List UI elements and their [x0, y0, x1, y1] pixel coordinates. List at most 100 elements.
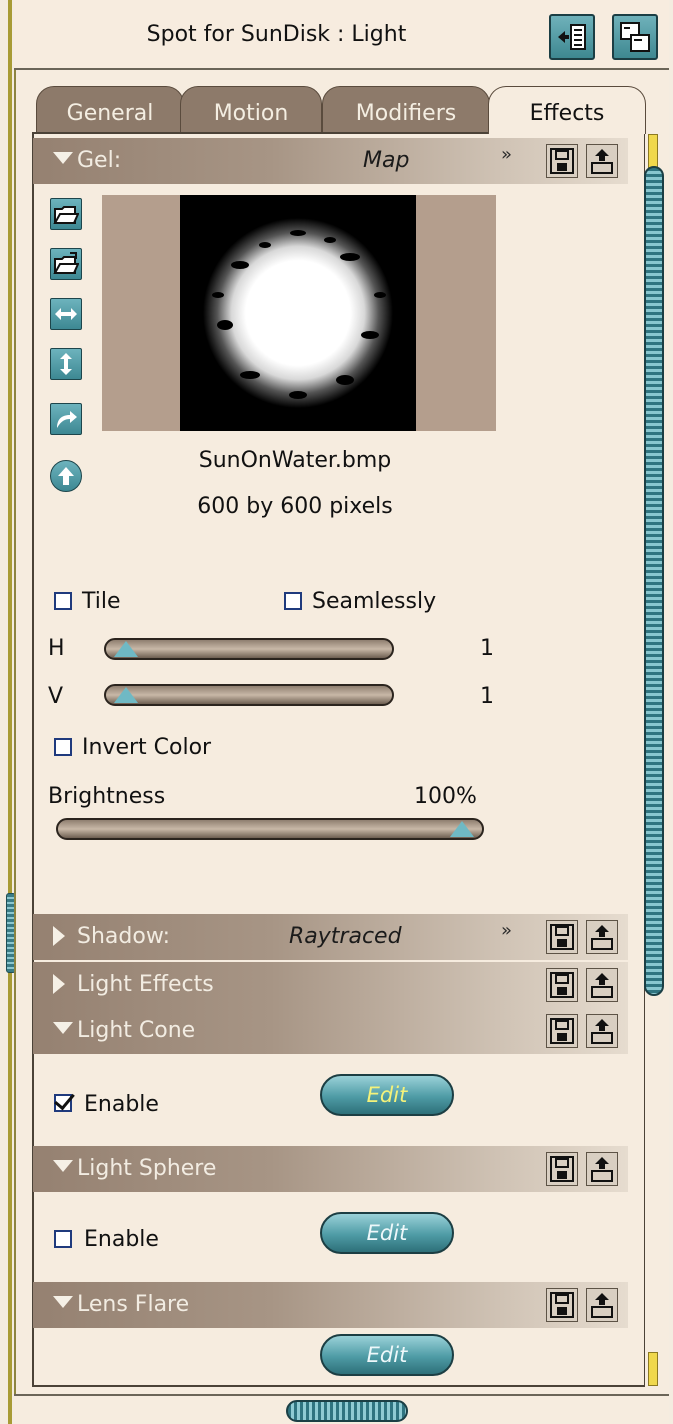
gel-section-header[interactable]: Gel: Map »	[33, 138, 628, 184]
light-cone-section-header[interactable]: Light Cone	[33, 1008, 628, 1054]
light-cone-enable-label: Enable	[84, 1092, 159, 1117]
h-value: 1	[480, 636, 494, 661]
gel-file-name: SunOnWater.bmp	[198, 448, 392, 473]
tile-checkbox[interactable]	[54, 592, 72, 610]
brightness-slider[interactable]	[56, 818, 484, 840]
tab-general[interactable]: General	[36, 86, 184, 134]
flip-vertical-button[interactable]	[50, 348, 82, 380]
shadow-load-button[interactable]	[586, 920, 618, 954]
tab-effects-label: Effects	[529, 101, 605, 126]
mode-dropdown-icon[interactable]: »	[501, 144, 512, 165]
save-icon	[550, 1018, 574, 1044]
tab-motion[interactable]: Motion	[180, 86, 322, 134]
save-icon	[550, 924, 574, 950]
flip-vertical-icon	[60, 353, 72, 375]
shadow-section-header[interactable]: Shadow: Raytraced »	[33, 914, 628, 960]
window-left-border	[8, 0, 12, 1424]
shadow-mode-dropdown-icon[interactable]: »	[501, 920, 512, 941]
lens-flare-section-header[interactable]: Lens Flare	[33, 1282, 628, 1328]
light-cone-save-button[interactable]	[546, 1014, 578, 1048]
rotate-button[interactable]	[50, 403, 82, 435]
open-folder-icon	[53, 206, 79, 224]
gel-label: Gel:	[77, 148, 122, 173]
dock-panel-button[interactable]	[549, 14, 595, 60]
tab-motion-label: Motion	[213, 101, 289, 126]
light-sphere-enable-checkbox[interactable]	[54, 1230, 72, 1248]
open-file-button[interactable]	[50, 198, 82, 230]
light-effects-section-header[interactable]: Light Effects	[33, 962, 628, 1008]
expanded-triangle-icon	[53, 1160, 73, 1172]
load-icon	[591, 925, 613, 950]
seamlessly-checkbox[interactable]	[284, 592, 302, 610]
save-icon	[550, 1292, 574, 1318]
brightness-label: Brightness	[48, 784, 166, 809]
h-label: H	[48, 636, 65, 661]
lens-flare-save-button[interactable]	[546, 1288, 578, 1322]
gel-load-button[interactable]	[586, 144, 618, 178]
load-icon	[591, 1157, 613, 1182]
gel-mode[interactable]: Map	[363, 148, 409, 173]
light-effects-load-button[interactable]	[586, 968, 618, 1002]
rotate-arrow-icon	[57, 411, 77, 428]
gel-save-button[interactable]	[546, 144, 578, 178]
v-label: V	[48, 684, 64, 709]
invert-color-label: Invert Color	[82, 735, 212, 760]
light-sphere-enable-label: Enable	[84, 1227, 159, 1252]
scrollbar-bottom-cap[interactable]	[648, 1352, 658, 1386]
brightness-slider-thumb[interactable]	[450, 821, 474, 837]
v-slider[interactable]	[104, 684, 394, 706]
light-sphere-load-button[interactable]	[586, 1152, 618, 1186]
load-icon	[591, 1293, 613, 1318]
gel-dimensions: 600 by 600 pixels	[197, 494, 393, 519]
folder-arrow-icon	[53, 252, 79, 274]
h-slider[interactable]	[104, 638, 394, 660]
tile-label: Tile	[82, 589, 121, 614]
light-sphere-edit-button[interactable]: Edit	[320, 1212, 454, 1254]
invert-color-checkbox[interactable]	[54, 738, 72, 756]
flip-horizontal-button[interactable]	[50, 298, 82, 330]
brightness-value: 100%	[414, 784, 477, 809]
gel-preview-image	[180, 195, 416, 431]
save-icon	[550, 1156, 574, 1182]
shadow-save-button[interactable]	[546, 920, 578, 954]
tab-general-label: General	[66, 101, 154, 126]
load-icon	[591, 973, 613, 998]
window-toggle-button[interactable]	[612, 14, 658, 60]
light-effects-save-button[interactable]	[546, 968, 578, 1002]
tab-modifiers[interactable]: Modifiers	[322, 86, 490, 134]
gel-image	[180, 195, 416, 431]
shadow-label: Shadow:	[77, 924, 171, 949]
expanded-triangle-icon	[53, 1022, 73, 1034]
replace-file-button[interactable]	[50, 248, 82, 280]
title-bar: Spot for SunDisk : Light	[14, 0, 669, 70]
flip-horizontal-icon	[55, 308, 77, 320]
load-icon	[591, 1019, 613, 1044]
v-slider-thumb[interactable]	[114, 687, 138, 703]
light-cone-label: Light Cone	[77, 1018, 196, 1043]
light-cone-load-button[interactable]	[586, 1014, 618, 1048]
collapsed-triangle-icon	[53, 974, 65, 994]
scrollbar-top-cap[interactable]	[648, 134, 658, 168]
scrollbar-thumb[interactable]	[644, 166, 664, 996]
light-cone-edit-button[interactable]: Edit	[320, 1074, 454, 1116]
bottom-resize-grip[interactable]	[286, 1400, 408, 1422]
save-icon	[550, 972, 574, 998]
light-sphere-section-header[interactable]: Light Sphere	[33, 1146, 628, 1192]
load-icon	[591, 149, 613, 174]
light-effects-label: Light Effects	[77, 972, 214, 997]
expanded-triangle-icon	[53, 1296, 73, 1308]
light-sphere-save-button[interactable]	[546, 1152, 578, 1186]
light-cone-enable-checkbox[interactable]	[54, 1094, 72, 1112]
v-value: 1	[480, 684, 494, 709]
seamlessly-label: Seamlessly	[312, 589, 437, 614]
expanded-triangle-icon	[53, 152, 73, 164]
h-slider-thumb[interactable]	[114, 641, 138, 657]
window-title: Spot for SunDisk : Light	[146, 22, 407, 47]
save-icon	[550, 148, 574, 174]
tab-modifiers-label: Modifiers	[355, 101, 457, 126]
lens-flare-label: Lens Flare	[77, 1292, 190, 1317]
lens-flare-edit-button[interactable]: Edit	[320, 1334, 454, 1376]
lens-flare-load-button[interactable]	[586, 1288, 618, 1322]
shadow-mode[interactable]: Raytraced	[289, 924, 402, 949]
tab-effects[interactable]: Effects	[488, 86, 646, 134]
